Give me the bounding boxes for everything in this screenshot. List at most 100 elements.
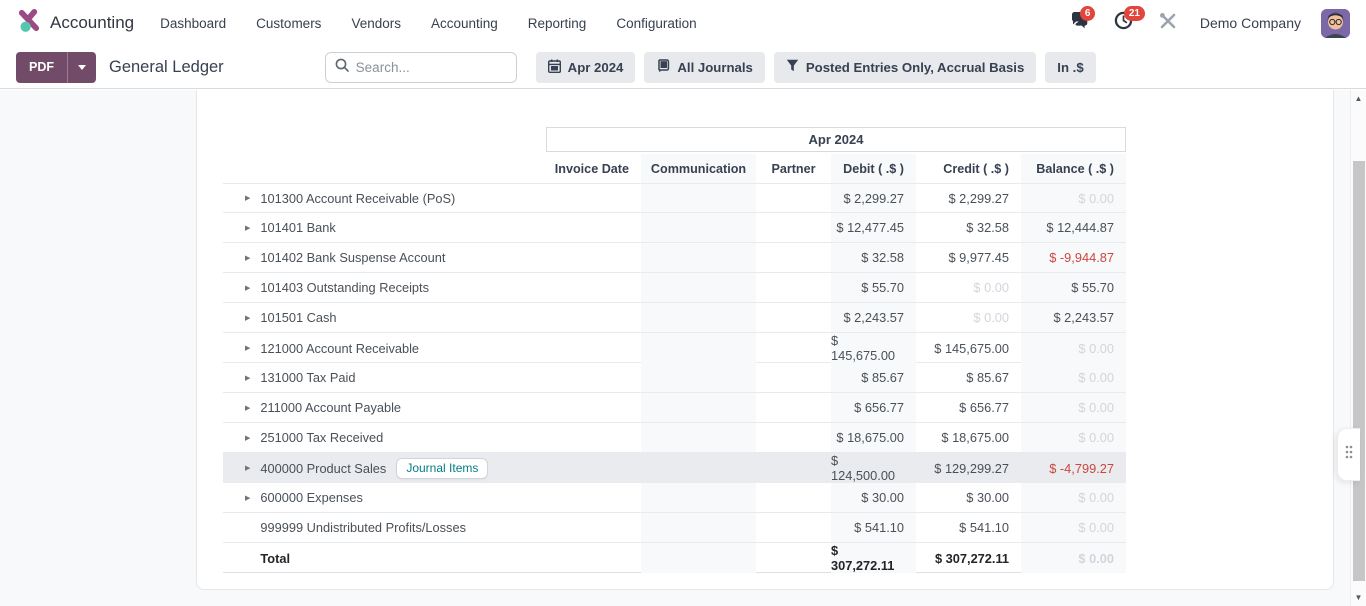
book-icon xyxy=(656,59,670,75)
scroll-up-arrow[interactable]: ▲ xyxy=(1351,94,1366,103)
journal-items-button[interactable]: Journal Items xyxy=(396,458,488,479)
debit-cell: $ 85.67 xyxy=(831,363,916,392)
account-name: 121000 Account Receivable xyxy=(260,341,419,356)
expand-caret-icon[interactable]: ▶ xyxy=(245,224,250,232)
messages-button[interactable]: 6 xyxy=(1068,11,1092,35)
table-row[interactable]: ▶ 101403 Outstanding Receipts $ 55.70 $ … xyxy=(223,273,1126,303)
app-switcher[interactable]: Accounting xyxy=(16,8,134,38)
side-panel-handle[interactable] xyxy=(1337,428,1360,481)
partner-cell xyxy=(756,213,831,242)
user-avatar[interactable] xyxy=(1321,9,1350,38)
main-menu: Dashboard Customers Vendors Accounting R… xyxy=(160,16,697,31)
communication-cell xyxy=(641,543,756,573)
expand-caret-icon[interactable]: ▶ xyxy=(245,344,250,352)
table-row[interactable]: ▶ 121000 Account Receivable $ 145,675.00… xyxy=(223,333,1126,363)
odoo-accounting-logo-icon xyxy=(16,8,41,38)
balance-cell: $ 0.00 xyxy=(1021,543,1126,573)
table-row[interactable]: ▶ 101501 Cash $ 2,243.57 $ 0.00 $ 2,243.… xyxy=(223,303,1126,333)
communication-cell xyxy=(641,513,756,542)
vertical-scrollbar[interactable]: ▲ ▼ xyxy=(1350,90,1366,606)
balance-cell: $ 0.00 xyxy=(1021,393,1126,422)
table-row[interactable]: ▶ 251000 Tax Received $ 18,675.00 $ 18,6… xyxy=(223,423,1126,453)
grip-icon xyxy=(1343,444,1355,465)
partner-cell xyxy=(756,513,831,542)
partner-cell xyxy=(756,393,831,422)
invoice-date-cell xyxy=(546,423,641,452)
scroll-down-arrow[interactable]: ▼ xyxy=(1351,593,1366,602)
partner-cell xyxy=(756,184,831,212)
expand-caret-icon[interactable]: ▶ xyxy=(245,284,250,292)
communication-cell xyxy=(641,483,756,512)
table-row[interactable]: ▶ 400000 Product Sales Journal Items $ 1… xyxy=(223,453,1126,483)
header-balance: Balance ( .$ ) xyxy=(1021,154,1126,183)
date-filter-button[interactable]: Apr 2024 xyxy=(536,52,636,83)
expand-caret-icon[interactable]: ▶ xyxy=(245,314,250,322)
options-filter-button[interactable]: Posted Entries Only, Accrual Basis xyxy=(774,52,1036,83)
period-header: Apr 2024 xyxy=(546,127,1126,152)
expand-caret-icon[interactable]: ▶ xyxy=(245,434,250,442)
account-name: Total xyxy=(260,551,290,566)
table-row[interactable]: ▶ 101300 Account Receivable (PoS) $ 2,29… xyxy=(223,183,1126,213)
expand-caret-icon[interactable]: ▶ xyxy=(245,194,250,202)
content-area: Apr 2024 Invoice Date Communication Part… xyxy=(0,90,1366,606)
header-partner: Partner xyxy=(756,154,831,183)
expand-caret-icon[interactable]: ▶ xyxy=(245,464,250,472)
account-name: 211000 Account Payable xyxy=(260,400,401,415)
credit-cell: $ 0.00 xyxy=(916,303,1021,332)
scrollbar-thumb[interactable] xyxy=(1353,161,1365,581)
top-navbar: Accounting Dashboard Customers Vendors A… xyxy=(0,0,1366,46)
date-filter-label: Apr 2024 xyxy=(568,60,624,75)
balance-cell: $ -9,944.87 xyxy=(1021,243,1126,272)
journals-filter-button[interactable]: All Journals xyxy=(644,52,764,83)
menu-reporting[interactable]: Reporting xyxy=(528,16,587,31)
menu-dashboard[interactable]: Dashboard xyxy=(160,16,226,31)
expand-caret-icon[interactable]: ▶ xyxy=(245,254,250,262)
table-row[interactable]: ▶ 101401 Bank $ 12,477.45 $ 32.58 $ 12,4… xyxy=(223,213,1126,243)
header-account xyxy=(223,154,546,183)
table-row[interactable]: ▶ 600000 Expenses $ 30.00 $ 30.00 $ 0.00 xyxy=(223,483,1126,513)
tools-button[interactable] xyxy=(1156,11,1180,35)
pdf-button[interactable]: PDF xyxy=(16,52,67,83)
options-filter-label: Posted Entries Only, Accrual Basis xyxy=(806,60,1024,75)
account-name: 600000 Expenses xyxy=(260,490,362,505)
communication-cell xyxy=(641,333,756,363)
table-row[interactable]: ▶ 211000 Account Payable $ 656.77 $ 656.… xyxy=(223,393,1126,423)
credit-cell: $ 2,299.27 xyxy=(916,184,1021,212)
pdf-dropdown-button[interactable] xyxy=(67,52,96,83)
account-name: 131000 Tax Paid xyxy=(260,370,355,385)
menu-vendors[interactable]: Vendors xyxy=(351,16,401,31)
invoice-date-cell xyxy=(546,184,641,212)
debit-cell: $ 124,500.00 xyxy=(831,453,916,483)
partner-cell xyxy=(756,303,831,332)
table-row[interactable]: ▶ 999999 Undistributed Profits/Losses $ … xyxy=(223,513,1126,543)
debit-cell: $ 30.00 xyxy=(831,483,916,512)
menu-customers[interactable]: Customers xyxy=(256,16,321,31)
debit-cell: $ 2,299.27 xyxy=(831,184,916,212)
table-row[interactable]: ▶ Total $ 307,272.11 $ 307,272.11 $ 0.00 xyxy=(223,543,1126,573)
partner-cell xyxy=(756,453,831,483)
general-ledger-report: Apr 2024 Invoice Date Communication Part… xyxy=(196,90,1334,590)
chevron-down-icon xyxy=(78,65,86,70)
header-communication: Communication xyxy=(641,154,756,183)
header-debit: Debit ( .$ ) xyxy=(831,154,916,183)
search-box[interactable] xyxy=(325,52,517,83)
balance-cell: $ 0.00 xyxy=(1021,513,1126,542)
currency-filter-label: In .$ xyxy=(1057,60,1083,75)
company-switcher[interactable]: Demo Company xyxy=(1200,15,1301,31)
activities-button[interactable]: 21 xyxy=(1112,11,1136,35)
expand-caret-icon[interactable]: ▶ xyxy=(245,494,250,502)
menu-configuration[interactable]: Configuration xyxy=(616,16,696,31)
expand-caret-icon[interactable]: ▶ xyxy=(245,404,250,412)
table-row[interactable]: ▶ 131000 Tax Paid $ 85.67 $ 85.67 $ 0.00 xyxy=(223,363,1126,393)
partner-cell xyxy=(756,543,831,573)
balance-cell: $ 55.70 xyxy=(1021,273,1126,302)
expand-caret-icon[interactable]: ▶ xyxy=(245,374,250,382)
credit-cell: $ 9,977.45 xyxy=(916,243,1021,272)
balance-cell: $ 0.00 xyxy=(1021,333,1126,363)
currency-filter-button[interactable]: In .$ xyxy=(1045,52,1095,83)
search-input[interactable] xyxy=(356,60,507,75)
table-row[interactable]: ▶ 101402 Bank Suspense Account $ 32.58 $… xyxy=(223,243,1126,273)
menu-accounting[interactable]: Accounting xyxy=(431,16,498,31)
account-name: 251000 Tax Received xyxy=(260,430,383,445)
filter-funnel-icon xyxy=(786,59,799,75)
